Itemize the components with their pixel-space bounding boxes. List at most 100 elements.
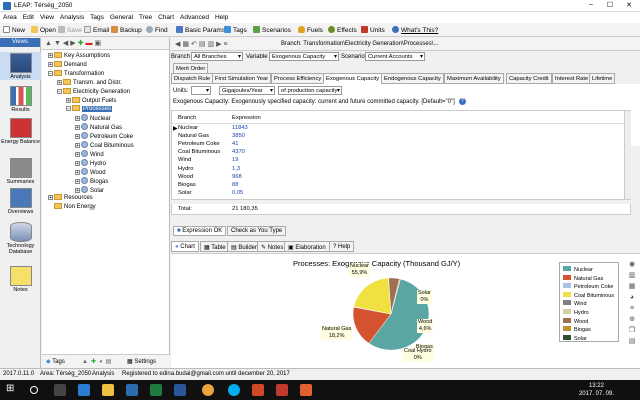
- collapse-icon[interactable]: −: [48, 70, 53, 76]
- expand-icon[interactable]: +: [48, 53, 53, 59]
- grid-branch-cell[interactable]: Coal Bituminous: [178, 149, 220, 155]
- find-button[interactable]: Find: [146, 26, 168, 34]
- powerpoint-icon[interactable]: [252, 384, 264, 396]
- close-button[interactable]: ✕: [620, 1, 638, 9]
- backup-button[interactable]: Backup: [111, 26, 142, 34]
- expand-icon[interactable]: +: [66, 97, 71, 103]
- expand-icon[interactable]: +: [75, 178, 80, 184]
- effects-button[interactable]: Effects: [328, 26, 357, 34]
- maximize-button[interactable]: ☐: [601, 1, 619, 9]
- pie-icon[interactable]: ◕: [99, 359, 106, 365]
- tab-table[interactable]: ▦ Table: [200, 241, 230, 252]
- menu-tags[interactable]: Tags: [87, 12, 107, 23]
- search-icon[interactable]: [30, 386, 38, 394]
- expand-icon[interactable]: +: [75, 134, 80, 140]
- view-overviews[interactable]: Overviews: [0, 188, 41, 215]
- collapse-icon[interactable]: −: [66, 106, 71, 112]
- tree-node[interactable]: + Wood: [75, 167, 106, 176]
- expand-icon[interactable]: +: [75, 116, 80, 122]
- view-results[interactable]: Results: [0, 86, 41, 113]
- right-arrow-icon[interactable]: ▶: [70, 40, 77, 47]
- menu-area[interactable]: Area: [0, 12, 20, 23]
- scenarios-button[interactable]: Scenarios: [253, 26, 291, 34]
- collapse-icon[interactable]: −: [57, 88, 62, 94]
- list-icon[interactable]: ≡: [224, 41, 230, 48]
- expand-icon[interactable]: +: [75, 125, 80, 131]
- file-explorer-icon[interactable]: [102, 384, 114, 396]
- expand-icon[interactable]: +: [75, 151, 80, 157]
- tab-notes[interactable]: ✎ Notes: [257, 241, 288, 252]
- grid-expression-cell[interactable]: 88: [232, 182, 238, 188]
- grid-expression-cell[interactable]: 3850: [232, 133, 245, 139]
- tab-chart[interactable]: ◕ Chart: [171, 241, 199, 252]
- tree-node[interactable]: + Nuclear: [75, 114, 111, 122]
- stack-icon[interactable]: ▤: [106, 359, 115, 365]
- store-icon[interactable]: [126, 384, 138, 396]
- basic-params-button[interactable]: Basic Params: [176, 26, 225, 34]
- branch-select[interactable]: All Branches: [191, 52, 243, 61]
- tab-elaboration[interactable]: ▣ Elaboration: [284, 241, 330, 252]
- settings-button[interactable]: ▦ Settings: [127, 358, 156, 365]
- expand-icon[interactable]: +: [75, 160, 80, 166]
- menu-edit[interactable]: Edit: [20, 12, 37, 23]
- breadcrumb[interactable]: Branch: Transformation\Electricity Gener…: [281, 41, 438, 47]
- tags-button[interactable]: Tags: [224, 26, 247, 34]
- tab-capacity-credit[interactable]: Capacity Credit: [506, 73, 552, 84]
- view-summaries[interactable]: Summaries: [0, 158, 41, 185]
- expand-icon[interactable]: +: [57, 79, 62, 85]
- tab-lifetime[interactable]: Lifetime: [589, 73, 616, 84]
- grid-expression-cell[interactable]: 4370: [232, 149, 245, 155]
- tab-dispatch-rule[interactable]: Dispatch Rule: [171, 73, 214, 84]
- view-analysis[interactable]: Analysis: [0, 52, 41, 80]
- menu-advanced[interactable]: Advanced: [177, 12, 212, 23]
- menu-general[interactable]: General: [107, 12, 136, 23]
- grid-branch-cell[interactable]: Nuclear: [178, 125, 198, 131]
- grid-expression-cell[interactable]: 0,05: [232, 190, 243, 196]
- tree-node[interactable]: − Transformation: [48, 69, 104, 77]
- list-icon[interactable]: ≡: [626, 303, 638, 314]
- grid-branch-cell[interactable]: Hydro: [178, 166, 193, 172]
- task-view-icon[interactable]: [54, 384, 66, 396]
- grid-branch-cell[interactable]: Biogas: [178, 182, 196, 188]
- skype-icon[interactable]: [228, 384, 240, 396]
- grid-expression-cell[interactable]: 968: [232, 174, 242, 180]
- grid-expression-cell[interactable]: 41: [232, 141, 238, 147]
- undo-icon[interactable]: ↶: [191, 41, 199, 48]
- word-icon[interactable]: [174, 384, 186, 396]
- grid-branch-cell[interactable]: Solar: [178, 190, 192, 196]
- units-select[interactable]: Gigajoules/Year: [219, 86, 275, 95]
- tab-process-efficiency[interactable]: Process Efficiency: [271, 73, 325, 84]
- units-scale-select[interactable]: [191, 86, 211, 95]
- menu-help[interactable]: Help: [212, 12, 231, 23]
- menu-chart[interactable]: Chart: [155, 12, 177, 23]
- bar-chart-icon[interactable]: ▥: [626, 270, 638, 281]
- excel-icon[interactable]: [150, 384, 162, 396]
- tree-node[interactable]: + Transm. and Distr.: [57, 78, 122, 86]
- properties-icon[interactable]: ▣: [95, 40, 104, 47]
- grid-branch-cell[interactable]: Petroleum Coke: [178, 141, 220, 147]
- copy-icon[interactable]: ❐: [626, 325, 638, 336]
- tree-node[interactable]: + Resources: [48, 194, 93, 201]
- grid-branch-cell[interactable]: Natural Gas: [178, 133, 209, 139]
- tab-interest-rate[interactable]: Interest Rate: [552, 73, 592, 84]
- tree-node[interactable]: + Petroleum Coke: [75, 132, 133, 140]
- tab-help[interactable]: ? Help: [329, 241, 355, 252]
- tree-node[interactable]: + Key Assumptions: [48, 52, 110, 59]
- expand-icon[interactable]: +: [75, 169, 80, 175]
- menu-analysis[interactable]: Analysis: [57, 12, 87, 23]
- up-arrow-icon[interactable]: ▲: [82, 359, 91, 365]
- menu-view[interactable]: View: [37, 12, 57, 23]
- grid-expression-cell[interactable]: 1,3: [232, 166, 240, 172]
- tab-maximum-availability[interactable]: Maximum Availability: [444, 73, 504, 84]
- whats-this-button[interactable]: What's This?: [392, 26, 438, 34]
- view-energy-balance[interactable]: Energy Balance: [0, 118, 41, 145]
- pie-icon[interactable]: ◕: [626, 292, 638, 303]
- tree-node[interactable]: + Biogas: [75, 176, 108, 185]
- grid-branch-cell[interactable]: Wood: [178, 174, 193, 180]
- tags-tree-button[interactable]: ◆ Tags: [46, 358, 65, 365]
- grid-icon[interactable]: ▦: [626, 281, 638, 292]
- email-button[interactable]: Email: [84, 26, 109, 34]
- chart-icon[interactable]: ▥: [208, 41, 217, 48]
- chrome-icon[interactable]: [202, 384, 214, 396]
- tree-node[interactable]: + Wind: [75, 149, 104, 158]
